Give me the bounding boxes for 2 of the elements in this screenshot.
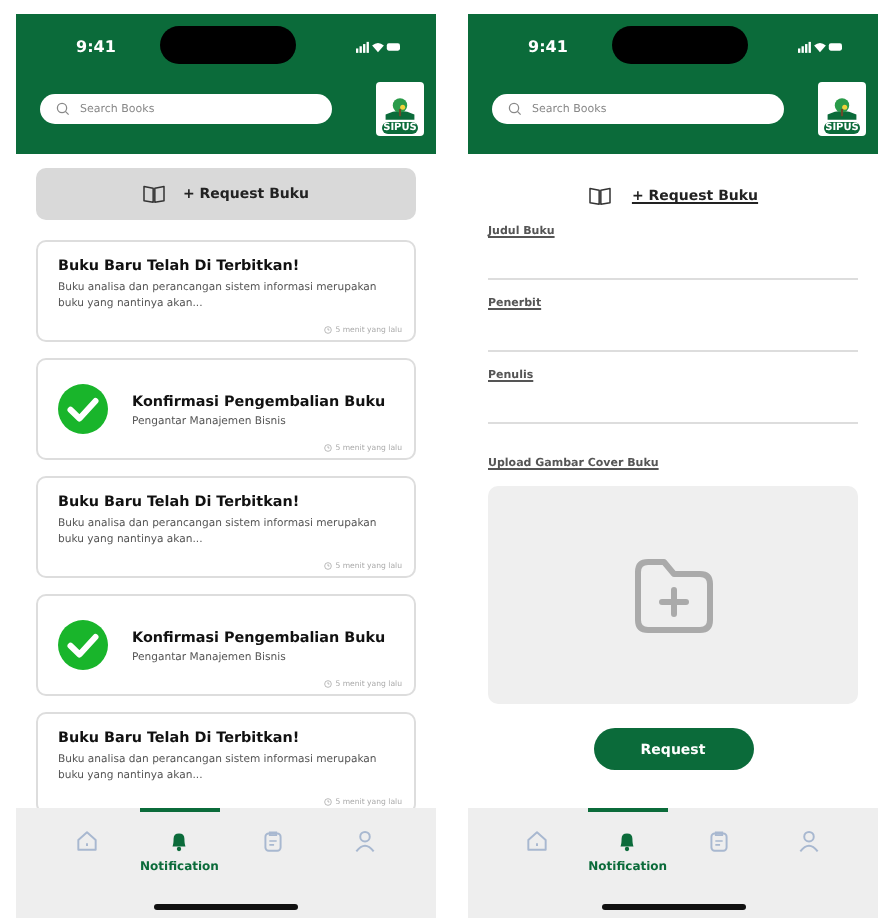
status-time: 9:41 [528,37,568,55]
status-time: 9:41 [76,37,116,55]
